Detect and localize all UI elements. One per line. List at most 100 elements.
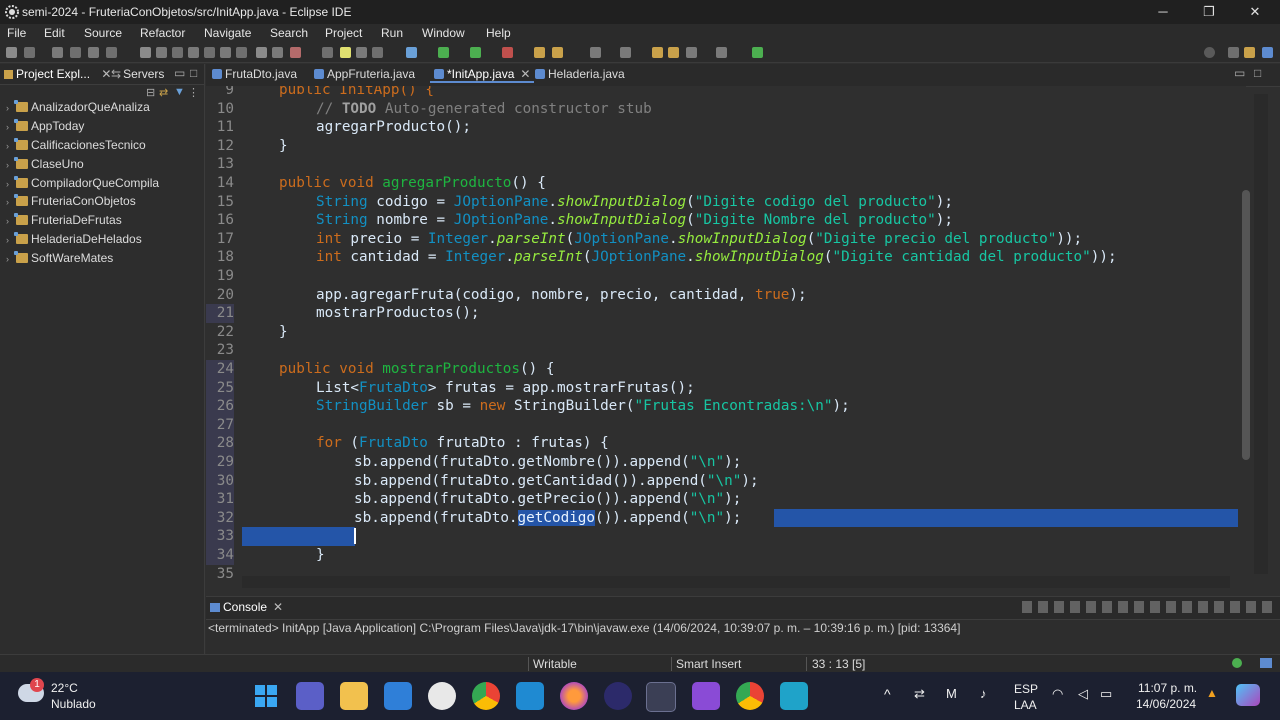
suspend-icon[interactable]: [156, 47, 167, 58]
wifi-icon[interactable]: ◠: [1052, 686, 1063, 702]
project-item[interactable]: › CompiladorQueCompila: [6, 176, 159, 190]
project-item[interactable]: › AnalizadorQueAnaliza: [6, 100, 150, 114]
battery-icon[interactable]: ▭: [1100, 686, 1112, 702]
project-item[interactable]: › FruteriaDeFrutas: [6, 213, 122, 227]
notifications-icon[interactable]: [1260, 658, 1272, 668]
new-class-icon[interactable]: [552, 47, 563, 58]
tab-servers[interactable]: ⇆ Servers: [111, 67, 164, 81]
server-icon[interactable]: [290, 47, 301, 58]
project-item[interactable]: › FruteriaConObjetos: [6, 194, 136, 208]
input-language[interactable]: ESP: [1014, 682, 1038, 696]
project-item[interactable]: › ClaseUno: [6, 157, 84, 171]
horizontal-scrollbar[interactable]: [242, 576, 1230, 588]
weather-temperature[interactable]: 22°C: [51, 681, 78, 695]
close-icon[interactable]: ✕: [520, 67, 530, 81]
chrome-icon[interactable]: [472, 682, 500, 710]
vscode-icon[interactable]: [516, 682, 544, 710]
maximize-view-icon[interactable]: □: [190, 66, 197, 80]
keyboard-layout[interactable]: LAA: [1014, 698, 1037, 712]
block-selection-icon[interactable]: [356, 47, 367, 58]
github-desktop-icon[interactable]: [428, 682, 456, 710]
chrome-profile-icon[interactable]: [736, 682, 764, 710]
minimize-view-icon[interactable]: ▭: [174, 66, 185, 80]
tray-settings-icon[interactable]: ⇄: [914, 686, 925, 702]
start-icon[interactable]: [252, 682, 280, 710]
highlight-icon[interactable]: [340, 47, 351, 58]
close-icon[interactable]: ✕: [273, 600, 283, 614]
collapse-all-icon[interactable]: ⊟: [146, 86, 155, 99]
search-icon[interactable]: [1204, 47, 1215, 58]
view-menu-icon[interactable]: ⋮: [188, 86, 199, 99]
menu-window[interactable]: Window: [422, 26, 465, 40]
minimize-button[interactable]: ─: [1140, 0, 1186, 24]
clock-time[interactable]: 11:07 p. m.: [1138, 681, 1197, 695]
open-type-icon[interactable]: [272, 47, 283, 58]
new-package-icon[interactable]: [534, 47, 545, 58]
microphone-icon[interactable]: ♪: [980, 686, 987, 701]
menu-source[interactable]: Source: [84, 26, 122, 40]
menu-file[interactable]: File: [7, 26, 26, 40]
step-return-icon[interactable]: [236, 47, 247, 58]
heap-status-icon[interactable]: [1232, 658, 1242, 668]
resume-icon[interactable]: [140, 47, 151, 58]
close-icon[interactable]: ✕: [101, 67, 111, 81]
save-all-icon[interactable]: [52, 47, 63, 58]
step-over-icon[interactable]: [220, 47, 231, 58]
file-explorer-icon[interactable]: [340, 682, 368, 710]
project-item[interactable]: › AppToday: [6, 119, 84, 133]
menu-search[interactable]: Search: [270, 26, 308, 40]
volume-icon[interactable]: ◁: [1078, 686, 1088, 702]
new-icon[interactable]: [6, 47, 17, 58]
show-hidden-icons[interactable]: ^: [884, 686, 891, 702]
maximize-editor-icon[interactable]: □: [1254, 66, 1261, 80]
tab-console[interactable]: Console ✕: [210, 600, 283, 614]
menu-edit[interactable]: Edit: [44, 26, 65, 40]
new-java-icon[interactable]: [256, 47, 267, 58]
debug-icon[interactable]: [406, 47, 417, 58]
clock-date[interactable]: 14/06/2024: [1136, 697, 1196, 711]
filter-icon[interactable]: ▼: [174, 86, 185, 98]
close-button[interactable]: ✕: [1232, 0, 1278, 24]
build-icon[interactable]: [106, 47, 117, 58]
remote-app-icon[interactable]: [780, 682, 808, 710]
menu-refactor[interactable]: Refactor: [140, 26, 185, 40]
save-icon[interactable]: [24, 47, 35, 58]
tab-appfruteria[interactable]: AppFruteria.java: [310, 67, 419, 81]
back-icon[interactable]: [668, 47, 679, 58]
console-toolbar-icons[interactable]: [1022, 601, 1272, 613]
tab-frutadto[interactable]: FrutaDto.java: [208, 67, 301, 81]
next-annotation-icon[interactable]: [590, 47, 601, 58]
stop-icon[interactable]: [172, 47, 183, 58]
menu-navigate[interactable]: Navigate: [204, 26, 251, 40]
run-icon[interactable]: [438, 47, 449, 58]
search-tool-icon[interactable]: [322, 47, 333, 58]
tab-project-explorer[interactable]: Project Expl... ✕: [4, 67, 111, 81]
tray-app-icon[interactable]: M: [946, 686, 957, 701]
teams-icon[interactable]: [296, 682, 324, 710]
coverage-icon[interactable]: [470, 47, 481, 58]
link-editor-icon[interactable]: ⇄: [159, 86, 168, 99]
notification-bell-icon[interactable]: ▲: [1206, 686, 1218, 700]
project-item[interactable]: › CalificacionesTecnico: [6, 138, 146, 152]
terminal-icon[interactable]: [88, 47, 99, 58]
weather-description[interactable]: Nublado: [51, 697, 96, 711]
disconnect-icon[interactable]: [188, 47, 199, 58]
tab-heladeria[interactable]: Heladeria.java: [531, 67, 629, 81]
copilot-icon[interactable]: [1236, 684, 1260, 706]
external-tools-icon[interactable]: [502, 47, 513, 58]
project-item[interactable]: › SoftWareMates: [6, 251, 113, 265]
last-edit-icon[interactable]: [652, 47, 663, 58]
forward-icon[interactable]: [686, 47, 697, 58]
task-icon[interactable]: [752, 47, 763, 58]
pin-editor-icon[interactable]: [716, 47, 727, 58]
menu-run[interactable]: Run: [381, 26, 403, 40]
media-app-icon[interactable]: [692, 682, 720, 710]
mail-icon[interactable]: [384, 682, 412, 710]
firefox-icon[interactable]: [560, 682, 588, 710]
minimize-editor-icon[interactable]: ▭: [1234, 66, 1245, 80]
project-item[interactable]: › HeladeriaDeHelados: [6, 232, 142, 246]
java-ee-perspective-icon[interactable]: [1244, 47, 1255, 58]
eclipse-icon[interactable]: [604, 682, 632, 710]
maximize-button[interactable]: ❐: [1186, 0, 1232, 24]
vertical-scrollbar[interactable]: [1242, 190, 1250, 460]
